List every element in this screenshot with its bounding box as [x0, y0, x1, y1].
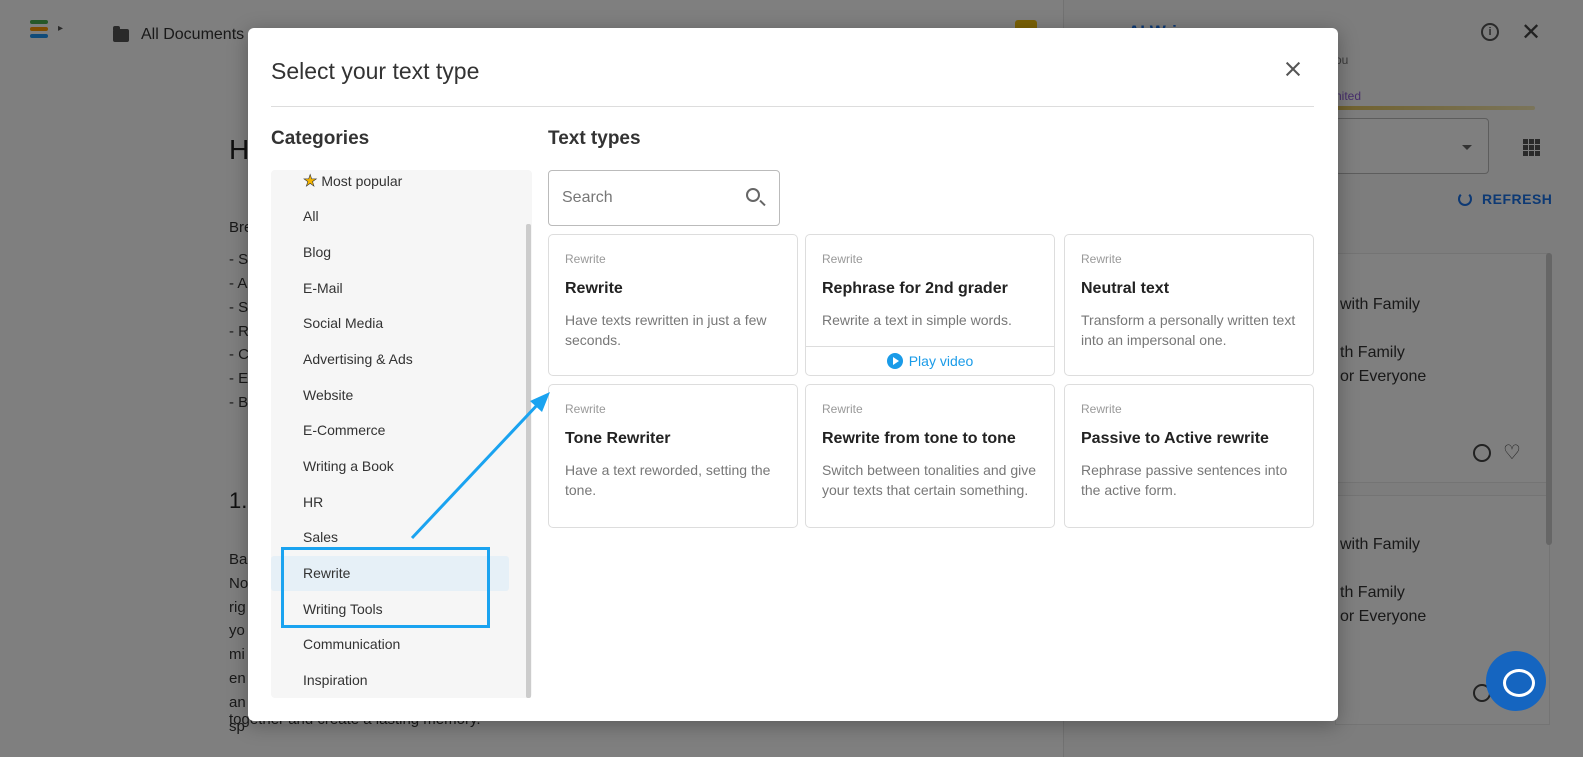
card-category: Rewrite [822, 402, 863, 416]
card-category: Rewrite [565, 252, 606, 266]
card-description: Switch between tonalities and give your … [822, 462, 1037, 498]
category-label: Sales [303, 529, 339, 545]
search-icon[interactable] [746, 188, 760, 202]
card-description: Rewrite a text in simple words. [822, 312, 1012, 328]
card-description: Rephrase passive sentences into the acti… [1081, 462, 1288, 498]
close-icon[interactable] [1282, 58, 1304, 80]
category-item-email[interactable]: E-Mail [271, 271, 509, 306]
card-description: Have a text reworded, setting the tone. [565, 462, 771, 498]
play-icon [886, 353, 903, 369]
category-item-advertising[interactable]: Advertising & Ads [271, 342, 509, 377]
category-item-website[interactable]: Website [271, 378, 509, 413]
text-type-card-tone-to-tone[interactable]: Rewrite Rewrite from tone to tone Switch… [805, 384, 1055, 528]
category-label: Most popular [321, 173, 403, 189]
category-item-blog[interactable]: Blog [271, 235, 509, 270]
text-type-card-tone-rewriter[interactable]: Rewrite Tone Rewriter Have a text reword… [548, 384, 798, 528]
category-label: Website [303, 387, 354, 403]
text-type-card-rewrite[interactable]: Rewrite Rewrite Have texts rewritten in … [548, 234, 798, 376]
search-field[interactable] [548, 170, 780, 226]
category-label: All [303, 208, 319, 224]
category-item-hr[interactable]: HR [271, 485, 509, 520]
category-item-writing-a-book[interactable]: Writing a Book [271, 449, 509, 484]
card-title: Rephrase for 2nd grader [822, 280, 1008, 297]
dialog-title: Select your text type [271, 58, 480, 84]
category-label: Inspiration [303, 672, 368, 688]
category-item-ecommerce[interactable]: E-Commerce [271, 413, 509, 448]
card-category: Rewrite [565, 402, 606, 416]
text-type-card-rephrase-2nd-grader[interactable]: Rewrite Rephrase for 2nd grader Rewrite … [805, 234, 1055, 376]
category-label: Advertising & Ads [303, 351, 413, 367]
category-label: E-Mail [303, 280, 343, 296]
play-video-button[interactable]: Play video [806, 346, 1054, 375]
category-item-all[interactable]: All [271, 199, 509, 234]
card-category: Rewrite [822, 252, 863, 266]
divider [271, 106, 1314, 107]
chat-support-button[interactable] [1486, 651, 1546, 711]
card-category: Rewrite [1081, 252, 1122, 266]
card-title: Rewrite from tone to tone [822, 430, 1016, 447]
text-type-card-neutral-text[interactable]: Rewrite Neutral text Transform a persona… [1064, 234, 1314, 376]
card-title: Passive to Active rewrite [1081, 430, 1269, 447]
card-title: Rewrite [565, 280, 623, 297]
play-video-label: Play video [908, 353, 974, 369]
category-label: Blog [303, 244, 332, 260]
star-icon: ★ [303, 173, 318, 191]
card-title: Tone Rewriter [565, 430, 671, 447]
text-type-card-passive-to-active[interactable]: Rewrite Passive to Active rewrite Rephra… [1064, 384, 1314, 528]
category-item-social-media[interactable]: Social Media [271, 306, 509, 341]
card-description: Transform a personally written text into… [1081, 312, 1296, 348]
category-label: E-Commerce [303, 422, 386, 438]
card-title: Neutral text [1081, 280, 1170, 297]
category-label: Writing a Book [303, 458, 394, 474]
text-types-heading: Text types [548, 128, 641, 149]
category-item-most-popular[interactable]: ★ Most popular [271, 170, 509, 199]
category-item-communication[interactable]: Communication [271, 627, 509, 662]
category-label: Communication [303, 636, 401, 652]
card-description: Have texts rewritten in just a few secon… [565, 312, 767, 348]
categories-heading: Categories [271, 128, 370, 149]
category-label: Social Media [303, 315, 384, 331]
category-scrollbar[interactable] [526, 224, 531, 698]
search-input[interactable] [562, 187, 732, 209]
card-category: Rewrite [1081, 402, 1122, 416]
highlight-box [281, 547, 490, 628]
category-label: HR [303, 494, 324, 510]
category-item-inspiration[interactable]: Inspiration [271, 663, 509, 698]
